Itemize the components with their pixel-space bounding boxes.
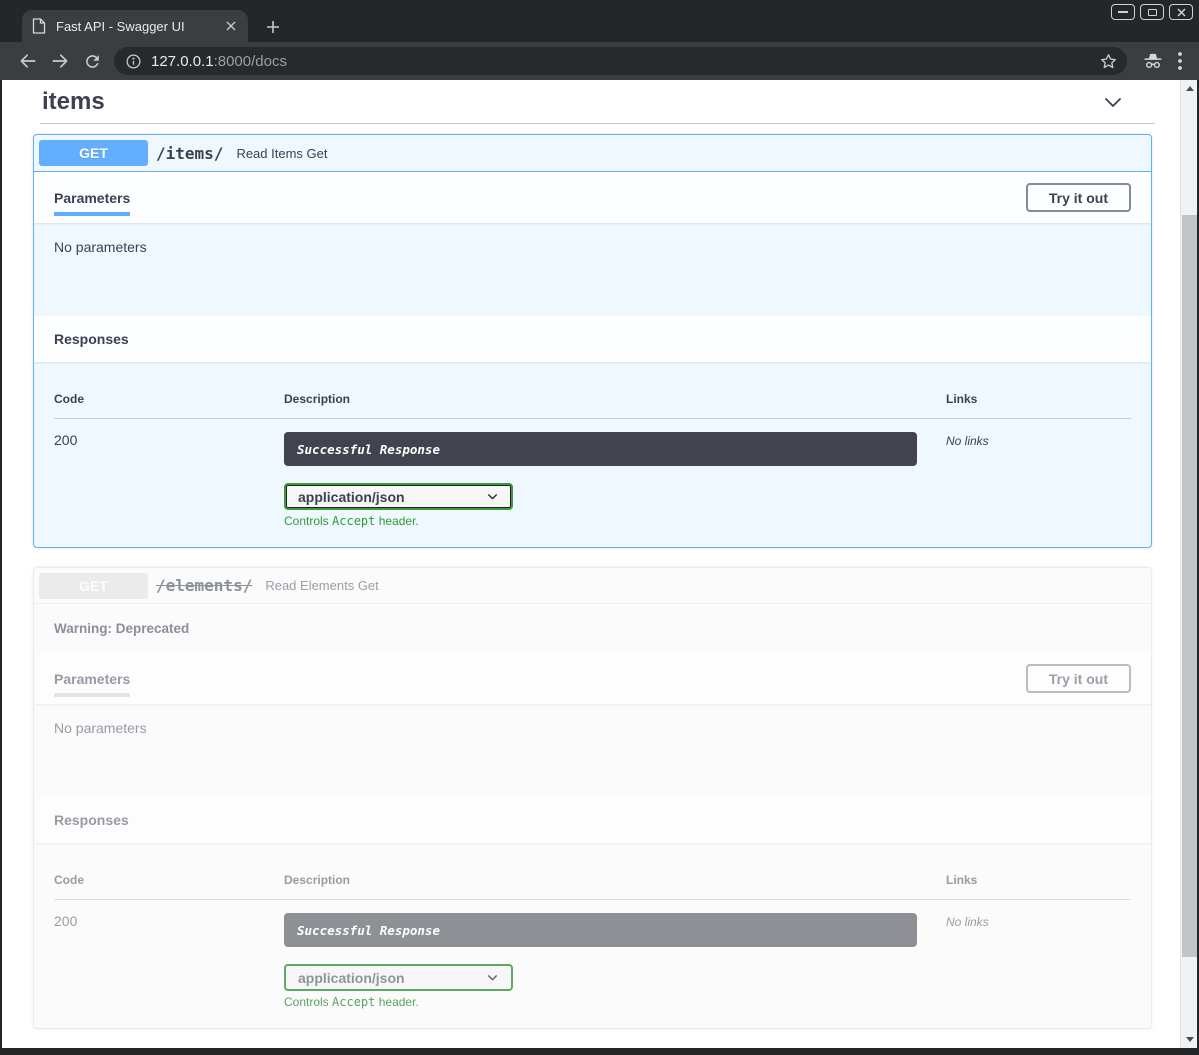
page-favicon-icon	[32, 18, 46, 34]
code-column-header: Code	[54, 873, 284, 887]
no-parameters-text: No parameters	[54, 720, 147, 736]
url-text: 127.0.0.1:8000/docs	[151, 53, 287, 70]
endpoint-summary[interactable]: GET /items/ Read Items Get	[34, 135, 1151, 172]
tag-divider	[40, 123, 1155, 124]
parameters-body: No parameters	[34, 704, 1151, 797]
endpoint-block-items: GET /items/ Read Items Get Parameters Tr…	[33, 134, 1152, 548]
responses-table: Code Description Links 200 Successful Re…	[34, 843, 1151, 1028]
try-it-out-button[interactable]: Try it out	[1026, 183, 1131, 212]
response-code: 200	[54, 432, 284, 528]
tab-close-icon[interactable]	[222, 17, 240, 35]
accept-header-note: Controls Accept header.	[284, 995, 946, 1009]
address-bar[interactable]: 127.0.0.1:8000/docs	[114, 47, 1127, 75]
no-parameters-text: No parameters	[54, 239, 147, 255]
scrollbar-up-button[interactable]	[1181, 80, 1197, 97]
forward-button[interactable]	[44, 46, 76, 76]
responses-title: Responses	[54, 331, 129, 347]
maximize-icon	[1148, 9, 1157, 16]
endpoint-description: Read Elements Get	[265, 578, 378, 593]
endpoint-path: /items/	[156, 144, 223, 163]
responses-table-header: Code Description Links	[54, 362, 1131, 419]
response-description-block: Successful Response	[284, 432, 917, 466]
endpoint-block-elements-deprecated: GET /elements/ Read Elements Get Warning…	[33, 567, 1152, 1029]
back-icon	[18, 51, 38, 71]
reload-button[interactable]	[76, 46, 108, 76]
deprecated-warning-text: Warning: Deprecated	[54, 621, 189, 636]
accept-header-note: Controls Accept header.	[284, 514, 946, 528]
endpoint-summary[interactable]: GET /elements/ Read Elements Get	[34, 568, 1151, 604]
window-maximize-button[interactable]	[1140, 4, 1164, 20]
parameters-body: No parameters	[34, 223, 1151, 316]
response-code: 200	[54, 913, 284, 1009]
scrollbar[interactable]	[1180, 80, 1197, 1048]
links-column-header: Links	[946, 873, 1131, 887]
new-tab-button[interactable]	[260, 14, 286, 40]
chevron-down-icon[interactable]	[1101, 90, 1125, 114]
tab-title: Fast API - Swagger UI	[56, 19, 222, 34]
scrollbar-thumb[interactable]	[1182, 215, 1197, 957]
responses-table-header: Code Description Links	[54, 843, 1131, 900]
window-minimize-button[interactable]	[1111, 4, 1135, 20]
response-row: 200 Successful Response application/json	[54, 900, 1131, 1009]
window-controls	[1111, 4, 1193, 20]
try-it-out-button[interactable]: Try it out	[1026, 664, 1131, 693]
parameters-header: Parameters Try it out	[34, 172, 1151, 223]
page-content: items GET /items/ Read Items Get Paramet…	[2, 80, 1197, 1048]
scroll-down-icon	[1186, 1037, 1194, 1042]
tab-strip: Fast API - Swagger UI	[0, 0, 1199, 42]
menu-icon[interactable]	[1169, 46, 1191, 76]
back-button[interactable]	[12, 46, 44, 76]
description-column-header: Description	[284, 392, 946, 406]
responses-title: Responses	[54, 812, 129, 828]
code-column-header: Code	[54, 392, 284, 406]
tag-title: items	[40, 88, 105, 116]
forward-icon	[50, 51, 70, 71]
browser-window: Fast API - Swagger UI	[0, 0, 1199, 80]
no-links-text: No links	[946, 915, 989, 929]
media-type-select[interactable]: application/json	[284, 964, 513, 991]
response-row: 200 Successful Response application/json	[54, 419, 1131, 528]
reload-icon	[83, 52, 102, 71]
window-close-button[interactable]	[1169, 4, 1193, 20]
links-column-header: Links	[946, 392, 1131, 406]
close-icon	[1177, 8, 1186, 17]
endpoint-description: Read Items Get	[236, 146, 327, 161]
tab-parameters[interactable]: Parameters	[54, 190, 130, 216]
method-badge: GET	[39, 573, 148, 599]
scrollbar-down-button[interactable]	[1181, 1031, 1197, 1048]
browser-toolbar: 127.0.0.1:8000/docs	[0, 42, 1199, 80]
incognito-icon	[1137, 46, 1169, 76]
description-column-header: Description	[284, 873, 946, 887]
responses-header: Responses	[34, 316, 1151, 362]
scroll-up-icon	[1186, 86, 1194, 91]
endpoint-path: /elements/	[156, 576, 252, 595]
method-badge: GET	[39, 140, 148, 166]
select-chevron-icon	[486, 490, 499, 503]
responses-table: Code Description Links 200 Successful Re…	[34, 362, 1151, 547]
media-type-select[interactable]: application/json	[284, 483, 513, 510]
parameters-header: Parameters Try it out	[34, 653, 1151, 704]
deprecated-warning-section: Warning: Deprecated	[34, 604, 1151, 653]
bookmark-star-icon[interactable]	[1099, 52, 1118, 71]
no-links-text: No links	[946, 434, 989, 448]
tag-section-header[interactable]: items	[40, 88, 1125, 116]
select-chevron-icon	[486, 971, 499, 984]
response-description-block: Successful Response	[284, 913, 917, 947]
browser-tab[interactable]: Fast API - Swagger UI	[22, 10, 248, 42]
tab-parameters[interactable]: Parameters	[54, 671, 130, 697]
responses-header: Responses	[34, 797, 1151, 843]
site-info-icon[interactable]	[125, 53, 142, 70]
minimize-icon	[1118, 11, 1128, 13]
